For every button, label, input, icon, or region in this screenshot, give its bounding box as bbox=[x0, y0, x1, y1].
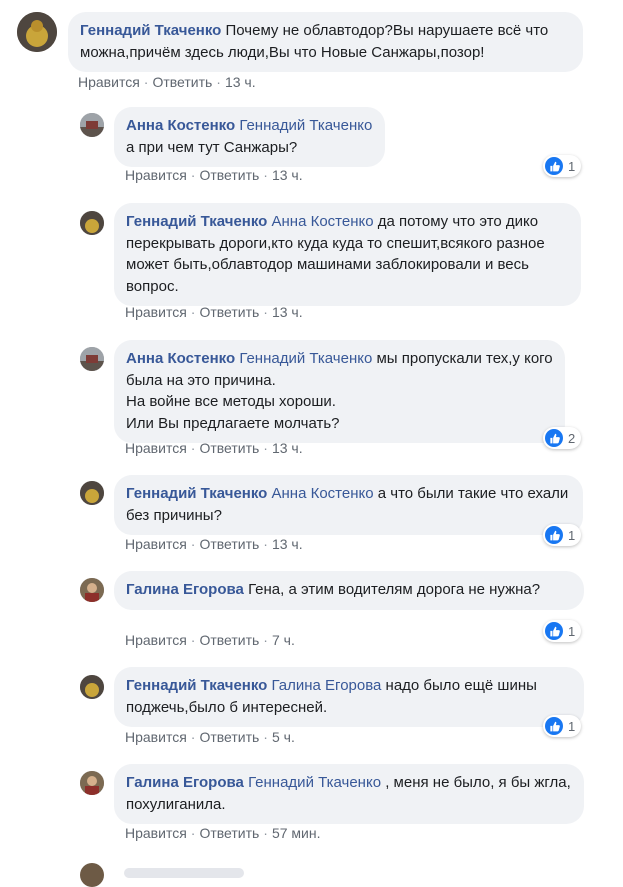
comment-author[interactable]: Геннадий Ткаченко bbox=[126, 677, 267, 694]
avatar[interactable] bbox=[80, 863, 104, 887]
reaction-count[interactable]: 1 bbox=[543, 620, 582, 642]
like-link[interactable]: Нравится bbox=[125, 304, 187, 320]
reaction-count[interactable]: 1 bbox=[543, 524, 582, 546]
comment-actions: Нравится · Ответить · 13 ч. bbox=[125, 304, 303, 320]
avatar[interactable] bbox=[17, 12, 57, 52]
comment-bubble: Анна Костенко Геннадий Ткаченко мы пропу… bbox=[114, 340, 565, 443]
comment-text: а при чем тут Санжары? bbox=[126, 138, 298, 156]
reaction-count[interactable]: 1 bbox=[543, 155, 582, 177]
partial-comment bbox=[124, 868, 244, 878]
comment-bubble: Геннадий Ткаченко Почему не облавтодор?В… bbox=[68, 12, 583, 72]
like-link[interactable]: Нравится bbox=[125, 729, 187, 745]
comment-bubble: Геннадий Ткаченко Галина Егорова надо бы… bbox=[114, 667, 584, 727]
mention-link[interactable]: Анна Костенко bbox=[272, 213, 374, 230]
like-icon bbox=[545, 429, 563, 447]
like-icon bbox=[545, 717, 563, 735]
reply-link[interactable]: Ответить bbox=[199, 304, 259, 320]
comment-timestamp[interactable]: 57 мин. bbox=[272, 825, 321, 841]
comment-bubble: Галина Егорова Гена, а этим водителям до… bbox=[114, 571, 584, 610]
comment-timestamp[interactable]: 13 ч. bbox=[272, 536, 303, 552]
avatar[interactable] bbox=[80, 481, 104, 505]
comment-actions: Нравится · Ответить · 57 мин. bbox=[125, 825, 321, 841]
comment-author[interactable]: Геннадий Ткаченко bbox=[126, 485, 267, 502]
like-icon bbox=[545, 622, 563, 640]
avatar[interactable] bbox=[80, 211, 104, 235]
reply-link[interactable]: Ответить bbox=[199, 167, 259, 183]
like-link[interactable]: Нравится bbox=[125, 440, 187, 456]
comment-timestamp[interactable]: 13 ч. bbox=[272, 167, 303, 183]
comment-bubble: Галина Егорова Геннадий Ткаченко , меня … bbox=[114, 764, 584, 824]
comment-timestamp[interactable]: 13 ч. bbox=[272, 440, 303, 456]
like-link[interactable]: Нравится bbox=[125, 536, 187, 552]
reply-link[interactable]: Ответить bbox=[199, 825, 259, 841]
comment-timestamp[interactable]: 7 ч. bbox=[272, 632, 295, 648]
reply-link[interactable]: Ответить bbox=[199, 440, 259, 456]
comment-author[interactable]: Геннадий Ткаченко bbox=[80, 22, 221, 39]
comment-actions: Нравится · Ответить · 13 ч. bbox=[125, 167, 303, 183]
mention-link[interactable]: Анна Костенко bbox=[272, 485, 374, 502]
reply-link[interactable]: Ответить bbox=[152, 74, 212, 90]
mention-link[interactable]: Галина Егорова bbox=[272, 677, 382, 694]
comment-actions: Нравится · Ответить · 5 ч. bbox=[125, 729, 295, 745]
like-icon bbox=[545, 526, 563, 544]
comment-actions: Нравится · Ответить · 13 ч. bbox=[78, 74, 256, 90]
comment-bubble: Анна Костенко Геннадий Ткаченко а при че… bbox=[114, 107, 385, 167]
mention-link[interactable]: Геннадий Ткаченко bbox=[239, 117, 372, 134]
comment-author[interactable]: Галина Егорова bbox=[126, 774, 244, 791]
like-link[interactable]: Нравится bbox=[125, 825, 187, 841]
reaction-count[interactable]: 1 bbox=[543, 715, 582, 737]
like-link[interactable]: Нравится bbox=[125, 632, 187, 648]
comment-timestamp[interactable]: 13 ч. bbox=[225, 74, 256, 90]
like-link[interactable]: Нравится bbox=[78, 74, 140, 90]
reply-link[interactable]: Ответить bbox=[199, 632, 259, 648]
avatar[interactable] bbox=[80, 347, 104, 371]
mention-link[interactable]: Геннадий Ткаченко bbox=[248, 774, 381, 791]
mention-link[interactable]: Геннадий Ткаченко bbox=[239, 350, 372, 367]
comment-author[interactable]: Анна Костенко bbox=[126, 350, 235, 367]
comment-author[interactable]: Геннадий Ткаченко bbox=[126, 213, 267, 230]
comment-timestamp[interactable]: 13 ч. bbox=[272, 304, 303, 320]
like-icon bbox=[545, 157, 563, 175]
comment-timestamp[interactable]: 5 ч. bbox=[272, 729, 295, 745]
comment-actions: Нравится · Ответить · 13 ч. bbox=[125, 440, 303, 456]
reply-link[interactable]: Ответить bbox=[199, 729, 259, 745]
reply-link[interactable]: Ответить bbox=[199, 536, 259, 552]
comment-bubble: Геннадий Ткаченко Анна Костенко а что бы… bbox=[114, 475, 583, 535]
comment-author[interactable]: Галина Егорова bbox=[126, 581, 244, 598]
avatar[interactable] bbox=[80, 675, 104, 699]
comment-actions: Нравится · Ответить · 13 ч. bbox=[125, 536, 303, 552]
avatar[interactable] bbox=[80, 113, 104, 137]
avatar[interactable] bbox=[80, 578, 104, 602]
comment-text: Гена, а этим водителям дорога не нужна? bbox=[248, 581, 541, 598]
comment-actions: Нравится · Ответить · 7 ч. bbox=[125, 632, 295, 648]
reaction-count[interactable]: 2 bbox=[543, 427, 582, 449]
like-link[interactable]: Нравится bbox=[125, 167, 187, 183]
avatar[interactable] bbox=[80, 771, 104, 795]
comment-bubble: Геннадий Ткаченко Анна Костенко да потом… bbox=[114, 203, 581, 306]
comment-author[interactable]: Анна Костенко bbox=[126, 117, 235, 134]
